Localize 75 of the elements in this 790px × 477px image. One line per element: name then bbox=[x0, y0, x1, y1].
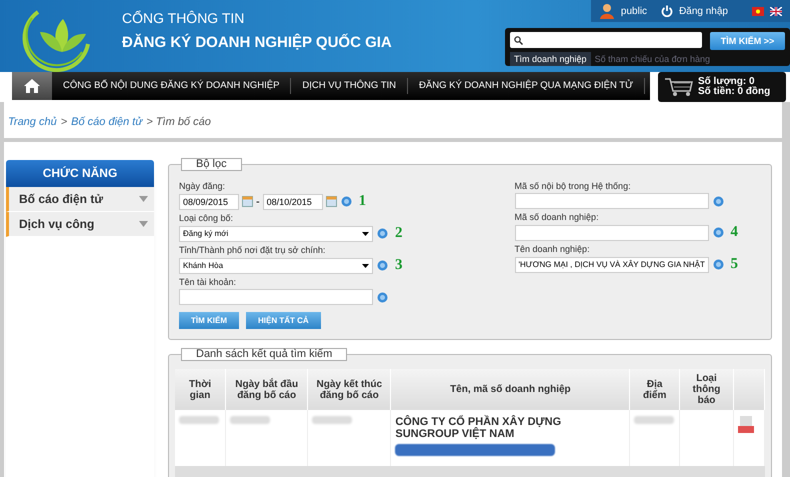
search-field[interactable] bbox=[510, 32, 702, 48]
date-field[interactable]: 08/10/2015 bbox=[262, 194, 323, 210]
breadcrumb-text: > Tìm bố cáo bbox=[146, 116, 211, 128]
power-icon bbox=[661, 5, 674, 17]
blurred-text bbox=[312, 416, 352, 424]
input-field[interactable]: 'HƯƠNG MẠI , DỊCH VỤ VÀ XÂY DỰNG GIA NHẬT bbox=[514, 256, 708, 272]
help-icon[interactable] bbox=[377, 228, 388, 239]
cart-amount: Số tiền: 0 đồng bbox=[698, 87, 770, 97]
nav-link[interactable]: DỊCH VỤ THÔNG TIN bbox=[291, 78, 408, 94]
dropdown[interactable]: Đăng ký mới bbox=[179, 226, 373, 242]
input-field[interactable] bbox=[514, 193, 708, 209]
portal-label: CỔNG THÔNG TIN bbox=[122, 10, 246, 26]
login-link[interactable]: Đăng nhập bbox=[679, 6, 728, 16]
step-number: 3 bbox=[395, 257, 402, 274]
column-header: Loại thông báo bbox=[680, 369, 734, 410]
home-icon bbox=[23, 78, 41, 94]
sidebar-title: CHỨC NĂNG bbox=[6, 160, 154, 187]
breadcrumb-link[interactable]: Bố cáo điện tử bbox=[71, 116, 142, 128]
field-label: Mã số nội bộ trong Hệ thống: bbox=[514, 181, 632, 191]
column-header: Ngày bắt đầu đăng bố cáo bbox=[226, 369, 308, 410]
field-label: Mã số doanh nghiệp: bbox=[514, 212, 600, 222]
column-header: Ngày kết thúc đăng bố cáo bbox=[308, 369, 391, 410]
step-number: 4 bbox=[730, 224, 738, 241]
column-header: Địa điểm bbox=[630, 369, 680, 410]
calendar-icon[interactable] bbox=[326, 196, 337, 207]
home-button[interactable] bbox=[12, 72, 52, 100]
blurred-text bbox=[179, 416, 219, 424]
dropdown-arrow-icon bbox=[362, 264, 369, 268]
field-label: Tỉnh/Thành phố nơi đặt trụ sở chính: bbox=[179, 245, 326, 255]
user-link[interactable]: public bbox=[620, 6, 648, 16]
range-dash: - bbox=[256, 196, 260, 208]
step-number: 2 bbox=[395, 225, 402, 242]
field-label: Tên doanh nghiệp: bbox=[514, 244, 591, 254]
date-field[interactable]: 08/09/2015 bbox=[179, 194, 239, 210]
help-icon[interactable] bbox=[377, 260, 388, 271]
cart-panel[interactable]: Số lượng: 0 Số tiền: 0 đồng bbox=[658, 72, 786, 102]
input-field[interactable] bbox=[179, 289, 373, 305]
document-icon[interactable] bbox=[738, 416, 754, 434]
nav-link[interactable]: CÔNG BỐ NỘI DUNG ĐĂNG KÝ DOANH NGHIỆP bbox=[52, 78, 292, 94]
dropdown[interactable]: Khánh Hòa bbox=[179, 258, 373, 274]
uk-flag-icon[interactable] bbox=[770, 6, 782, 16]
field-label: Tên tài khoản: bbox=[179, 277, 238, 287]
filter-legend: Bộ lọc bbox=[181, 158, 242, 171]
step-number: 1 bbox=[358, 193, 366, 210]
cart-quantity: Số lượng: 0 bbox=[698, 77, 755, 87]
input-field[interactable] bbox=[514, 224, 708, 240]
company-name: CÔNG TY CỔ PHẦN XÂY DỰNG SUNGROUP VIỆT NAM bbox=[395, 416, 562, 440]
search-icon bbox=[514, 36, 523, 44]
help-icon[interactable] bbox=[377, 292, 388, 302]
sidebar-item[interactable]: Dịch vụ công bbox=[6, 212, 154, 237]
cart-icon bbox=[664, 77, 694, 97]
breadcrumb-link[interactable]: Trang chủ bbox=[8, 116, 57, 128]
vietnam-flag-icon[interactable] bbox=[752, 6, 764, 16]
column-header: Thời gian bbox=[175, 369, 226, 410]
column-header: Tên, mã số doanh nghiệp bbox=[390, 369, 630, 410]
blurred-text bbox=[230, 416, 270, 424]
nav-link[interactable]: ĐĂNG KÝ DOANH NGHIỆP QUA MẠNG ĐIỆN TỬ bbox=[408, 78, 646, 94]
field-label: Ngày đăng: bbox=[179, 181, 226, 191]
search-tab[interactable]: Tìm doanh nghiệp bbox=[510, 52, 591, 66]
user-icon bbox=[598, 3, 615, 19]
calendar-icon[interactable] bbox=[242, 196, 253, 207]
results-legend: Danh sách kết quả tìm kiếm bbox=[181, 348, 348, 361]
help-icon[interactable] bbox=[340, 196, 352, 207]
field-label: Loại công bố: bbox=[179, 213, 234, 223]
caret-icon bbox=[139, 196, 148, 202]
help-icon[interactable] bbox=[712, 259, 724, 270]
caret-icon bbox=[139, 221, 148, 227]
sidebar-item[interactable]: Bố cáo điện tử bbox=[6, 187, 154, 212]
help-icon[interactable] bbox=[712, 227, 724, 238]
breadcrumb-text: > bbox=[60, 116, 68, 128]
portal-title: ĐĂNG KÝ DOANH NGHIỆP QUỐC GIA bbox=[122, 34, 392, 51]
blurred-text bbox=[634, 416, 674, 424]
help-icon[interactable] bbox=[712, 196, 724, 206]
dropdown-arrow-icon bbox=[362, 232, 369, 236]
step-number: 5 bbox=[730, 256, 738, 273]
